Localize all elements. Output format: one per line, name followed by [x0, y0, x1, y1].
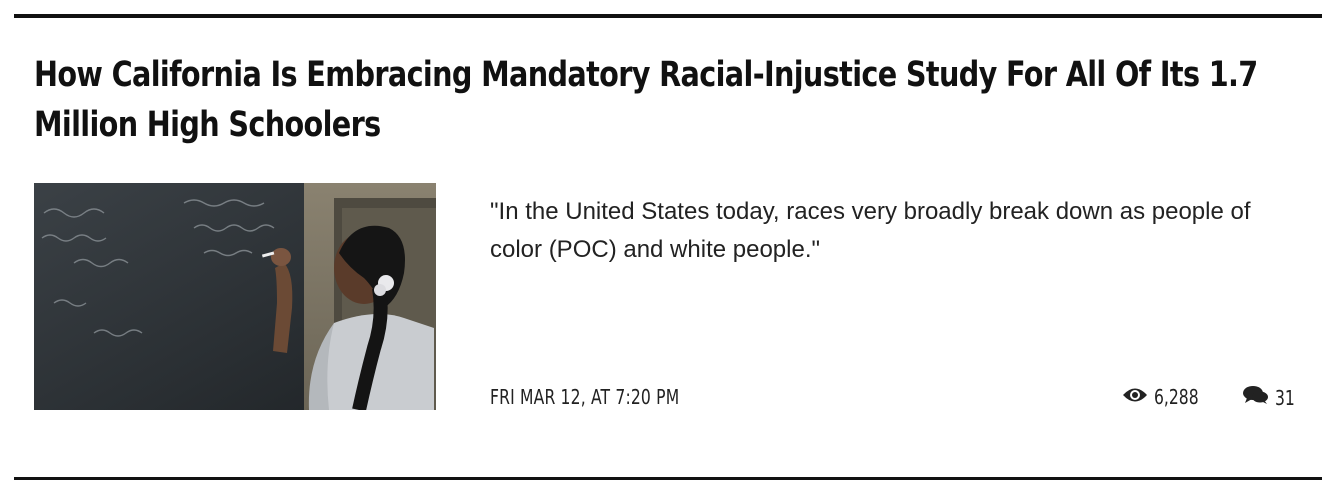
views-count: 6,288 — [1122, 385, 1211, 409]
top-divider — [14, 14, 1322, 18]
comments-icon — [1243, 385, 1269, 410]
comments-count[interactable]: 31 — [1243, 385, 1300, 410]
article-excerpt: "In the United States today, races very … — [490, 198, 1251, 263]
views-number: 6,288 — [1154, 385, 1199, 409]
thumbnail-image — [34, 183, 436, 410]
bottom-divider — [14, 477, 1322, 480]
article-date: FRI MAR 12, AT 7:20 PM — [490, 385, 680, 409]
comments-number: 31 — [1275, 385, 1295, 410]
article-headline[interactable]: How California Is Embracing Mandatory Ra… — [34, 50, 1264, 150]
eye-icon — [1122, 387, 1148, 408]
article-thumbnail[interactable] — [34, 183, 436, 410]
